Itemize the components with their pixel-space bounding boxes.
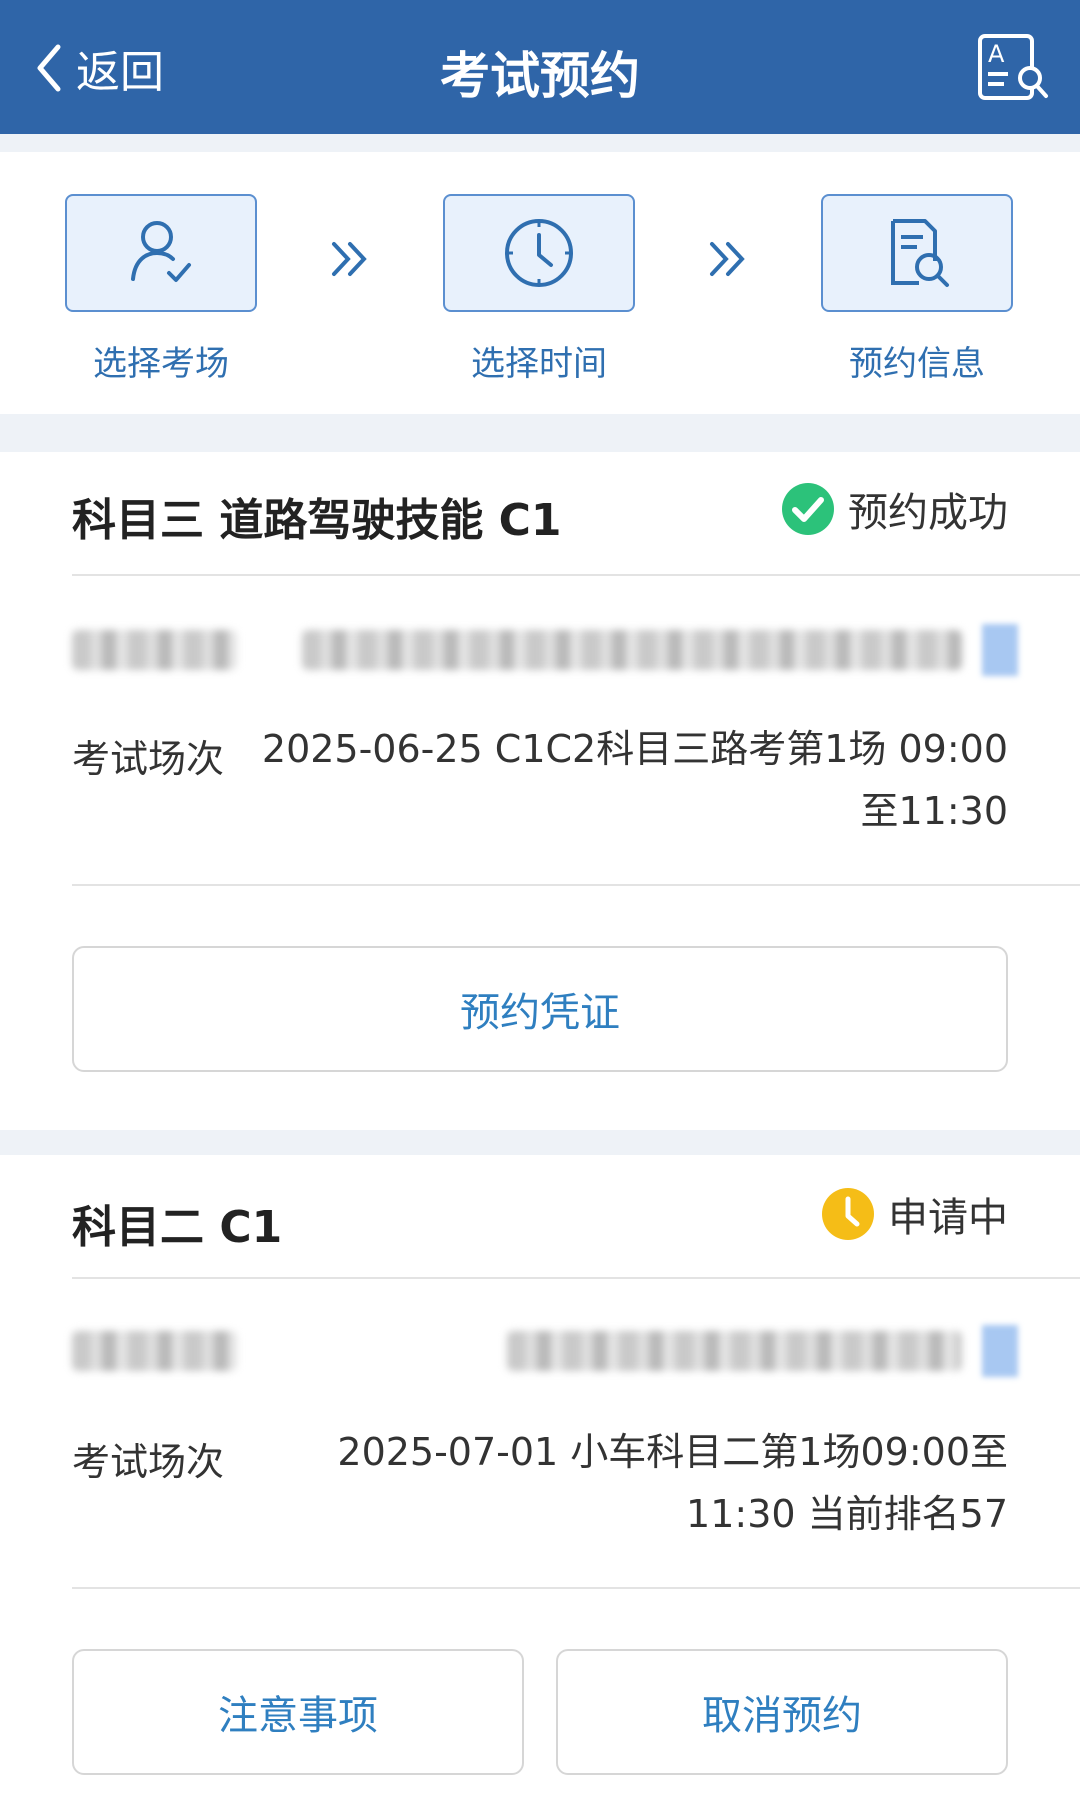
redacted-venue-row (72, 1325, 1018, 1377)
booking-card: 科目三 道路驾驶技能 C1 预约成功 考试场次 2025-06-25 C1C2科… (0, 452, 1080, 1130)
session-label: 考试场次 (72, 737, 225, 781)
status-text: 预约成功 (848, 490, 1008, 536)
redacted-venue-row (72, 624, 1018, 676)
step-label: 选择考场 (93, 344, 229, 384)
booking-steps: 选择考场 选择时间 预约信息 (0, 152, 1080, 414)
redacted-text (72, 630, 237, 670)
divider (72, 574, 1080, 576)
redacted-marker (982, 624, 1018, 676)
step-select-time: 选择时间 (443, 194, 635, 385)
booking-card: 科目二 C1 申请中 考试场次 2025-07-01 小车科目二第1场09:00… (0, 1155, 1080, 1818)
session-value-line: 2025-07-01 小车科目二第1场09:00至 (337, 1430, 1008, 1474)
svg-text:A: A (988, 40, 1005, 68)
user-check-icon (131, 221, 191, 282)
status-badge: 申请中 (820, 1185, 1008, 1243)
clock-icon (505, 219, 573, 287)
divider (72, 1587, 1080, 1589)
notes-button[interactable]: 注意事项 (72, 1649, 524, 1775)
cancel-booking-button[interactable]: 取消预约 (556, 1649, 1008, 1775)
step-label: 选择时间 (471, 344, 607, 384)
divider (72, 884, 1080, 886)
step-booking-info: 预约信息 (821, 194, 1013, 385)
session-value-line: 至11:30 (860, 789, 1008, 833)
redacted-text (507, 1331, 962, 1371)
clock-icon (822, 1188, 874, 1240)
status-badge: 预约成功 (780, 480, 1008, 538)
subject-title: 科目二 C1 (72, 1202, 283, 1253)
status-text: 申请中 (888, 1195, 1008, 1241)
session-label: 考试场次 (72, 1440, 225, 1484)
double-chevron-right-icon (332, 242, 367, 276)
check-circle-icon (782, 483, 834, 535)
top-bar: 返回 考试预约 A (0, 0, 1080, 134)
booking-voucher-button[interactable]: 预约凭证 (72, 946, 1008, 1072)
redacted-text (72, 1331, 237, 1371)
double-chevron-right-icon (710, 242, 745, 276)
doc-search-icon[interactable]: A (974, 32, 1054, 104)
redacted-text (302, 630, 962, 670)
session-value: 2025-06-25 C1C2科目三路考第1场 09:00 至11:30 (262, 718, 1008, 842)
redacted-marker (982, 1325, 1018, 1377)
step-label: 预约信息 (849, 344, 985, 384)
session-value-line: 2025-06-25 C1C2科目三路考第1场 09:00 (261, 727, 1008, 771)
session-value: 2025-07-01 小车科目二第1场09:00至 11:30 当前排名57 (337, 1421, 1008, 1545)
step-icon-box (65, 194, 257, 312)
step-icon-box (821, 194, 1013, 312)
step-select-venue: 选择考场 (65, 194, 257, 385)
divider (72, 1277, 1080, 1279)
session-value-line: 11:30 当前排名57 (686, 1492, 1008, 1536)
subject-title: 科目三 道路驾驶技能 C1 (72, 495, 562, 546)
doc-search-icon (891, 219, 949, 287)
page-title: 考试预约 (440, 47, 640, 105)
step-icon-box (443, 194, 635, 312)
